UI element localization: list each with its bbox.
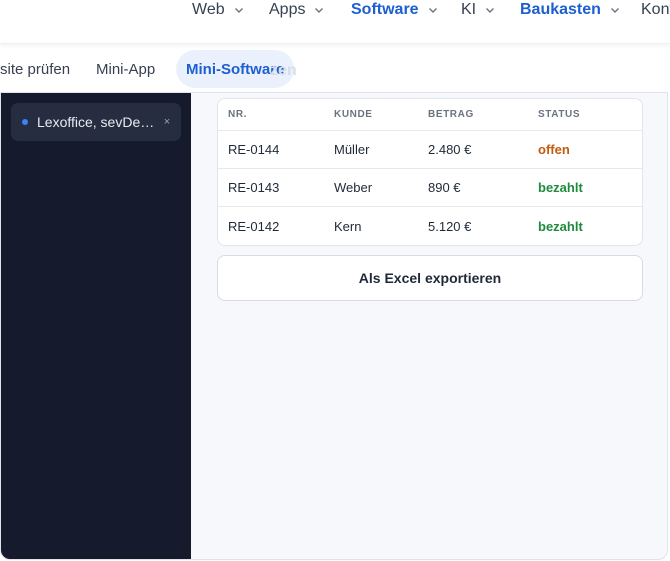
status-badge: bezahlt — [538, 218, 583, 234]
main-content: NR. KUNDE BETRAG STATUS RE-0144 Müller 2… — [191, 93, 667, 559]
table-row[interactable]: RE-0142 Kern 5.120 € bezahlt — [218, 207, 642, 245]
export-excel-button[interactable]: Als Excel exportieren — [217, 255, 643, 301]
invoice-number: RE-0142 — [228, 218, 280, 234]
tab-label: Mini-App — [96, 60, 156, 78]
invoice-amount: 5.120 € — [428, 218, 472, 234]
chevron-down-icon — [428, 5, 438, 15]
nav-item-label: Kont — [641, 1, 670, 18]
invoice-number: RE-0144 — [228, 142, 280, 157]
nav-item-label: Web — [192, 1, 225, 18]
nav-item-label: KI — [461, 1, 477, 18]
chevron-down-icon — [234, 5, 244, 15]
tab-mini-app[interactable]: Mini-App — [96, 50, 155, 88]
nav-item-apps[interactable]: Apps — [269, 0, 324, 20]
subtabs: site prüfen Mini-App Mini-Software — [0, 48, 670, 92]
nav-item-kontakt[interactable]: Kont — [641, 0, 670, 20]
close-icon[interactable]: × — [161, 116, 173, 128]
status-badge: offen — [538, 142, 570, 157]
nav-item-baukasten[interactable]: Baukasten — [520, 0, 620, 20]
table-row[interactable]: RE-0143 Weber 890 € bezahlt — [218, 169, 642, 207]
column-header-betrag: BETRAG — [428, 109, 474, 120]
tab-website-pruefen[interactable]: site prüfen — [0, 50, 70, 88]
column-header-status: STATUS — [538, 109, 581, 120]
invoice-amount: 890 € — [428, 180, 461, 195]
table-header: NR. KUNDE BETRAG STATUS — [218, 99, 642, 131]
status-badge: bezahlt — [538, 180, 583, 195]
nav-item-web[interactable]: Web — [192, 0, 244, 20]
invoice-amount: 2.480 € — [428, 142, 472, 157]
invoice-number: RE-0143 — [228, 180, 280, 195]
customer-name: Müller — [334, 142, 370, 157]
app-window: Lexoffice, sevDesk … × NR. KUNDE BETRAG … — [0, 92, 668, 560]
chevron-down-icon — [314, 5, 324, 15]
table-row[interactable]: RE-0144 Müller 2.480 € offen — [218, 131, 642, 169]
nav-item-label: Software — [351, 1, 419, 18]
chevron-down-icon — [485, 5, 495, 15]
nav-item-software[interactable]: Software — [351, 0, 438, 20]
nav-item-label: Apps — [269, 1, 306, 18]
nav-item-ki[interactable]: KI — [461, 0, 495, 20]
nav-item-label: Baukasten — [520, 1, 601, 18]
sidebar: Lexoffice, sevDesk … × — [1, 93, 191, 559]
top-navigation: Web Apps Software KI Baukasten Kont — [0, 0, 670, 44]
column-header-kunde: KUNDE — [334, 109, 373, 120]
tab-label: site prüfen — [0, 60, 71, 78]
invoice-table: NR. KUNDE BETRAG STATUS RE-0144 Müller 2… — [217, 98, 643, 246]
column-header-nr: NR. — [228, 109, 248, 120]
sidebar-chat-item[interactable]: Lexoffice, sevDesk … × — [11, 103, 181, 141]
active-dot-icon — [22, 119, 28, 125]
chat-item-label: Lexoffice, sevDesk … — [37, 114, 155, 130]
customer-name: Kern — [334, 218, 362, 234]
customer-name: Weber — [334, 180, 373, 195]
faded-heading: zen — [270, 62, 297, 79]
chevron-down-icon — [610, 5, 620, 15]
